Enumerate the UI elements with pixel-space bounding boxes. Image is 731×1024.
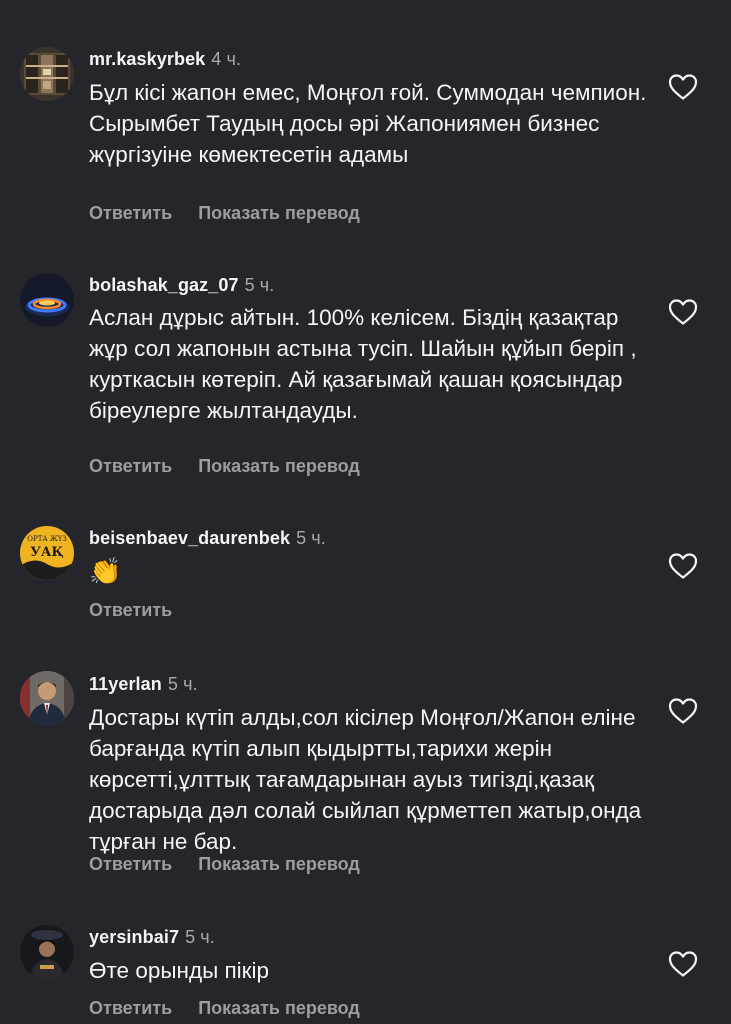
avatar[interactable]: [20, 925, 74, 979]
show-translation-button[interactable]: Показать перевод: [198, 854, 360, 874]
reply-button[interactable]: Ответить: [89, 998, 172, 1018]
comment-text: Өте орынды пікір: [89, 958, 270, 983]
reply-button[interactable]: Ответить: [89, 854, 172, 874]
timestamp: 4 ч.: [211, 49, 242, 69]
gas-flame-photo-icon: [20, 273, 74, 327]
timestamp: 5 ч.: [185, 927, 215, 947]
man-in-suit-photo-icon: [20, 671, 74, 725]
username-row: bolashak_gaz_07 5 ч.: [89, 275, 274, 296]
avatar[interactable]: [20, 47, 74, 101]
logo-badge-icon: ОРТА ЖҮЗ УАҚ: [20, 526, 74, 580]
reply-button[interactable]: Ответить: [89, 203, 172, 223]
username[interactable]: 11yerlan: [89, 674, 162, 694]
svg-text:УАҚ: УАҚ: [30, 545, 63, 560]
username-row: yersinbai7 5 ч.: [89, 927, 215, 948]
avatar[interactable]: [20, 671, 74, 725]
reply-button[interactable]: Ответить: [89, 600, 172, 620]
heart-icon[interactable]: [668, 950, 698, 978]
comment-actions: Ответить: [89, 600, 172, 621]
comment-actions: Ответить Показать перевод: [89, 998, 360, 1019]
heart-icon[interactable]: [668, 697, 698, 725]
username[interactable]: bolashak_gaz_07: [89, 275, 239, 295]
comment-actions: Ответить Показать перевод: [89, 456, 360, 477]
comment-actions: Ответить Показать перевод: [89, 203, 360, 224]
comment-text: Аслан дұрыс айтын. 100% келісем. Біздің …: [89, 305, 637, 423]
bookshelf-photo-icon: [20, 47, 74, 101]
svg-text:ОРТА ЖҮЗ: ОРТА ЖҮЗ: [27, 535, 67, 543]
username-row: 11yerlan 5 ч.: [89, 674, 198, 695]
username[interactable]: yersinbai7: [89, 927, 179, 947]
show-translation-button[interactable]: Показать перевод: [198, 456, 360, 476]
reply-button[interactable]: Ответить: [89, 456, 172, 476]
comment-text: Бұл кісі жапон емес, Моңғол ғой. Суммода…: [89, 80, 647, 167]
heart-icon[interactable]: [668, 298, 698, 326]
username[interactable]: beisenbaev_daurenbek: [89, 528, 290, 548]
username-row: mr.kaskyrbek 4 ч.: [89, 49, 241, 70]
avatar[interactable]: ОРТА ЖҮЗ УАҚ: [20, 526, 74, 580]
comment-text: 👏: [89, 556, 122, 586]
username[interactable]: mr.kaskyrbek: [89, 49, 205, 69]
person-dark-photo-icon: [20, 925, 74, 979]
timestamp: 5 ч.: [167, 674, 198, 694]
avatar[interactable]: [20, 273, 74, 327]
timestamp: 5 ч.: [296, 528, 326, 548]
show-translation-button[interactable]: Показать перевод: [198, 998, 360, 1018]
heart-icon[interactable]: [668, 552, 698, 580]
timestamp: 5 ч.: [244, 275, 275, 295]
comment-actions: Ответить Показать перевод: [89, 854, 360, 875]
username-row: beisenbaev_daurenbek 5 ч.: [89, 528, 326, 549]
comment-text: Достары күтіп алды,сол кісілер Моңғол/Жа…: [89, 705, 642, 854]
heart-icon[interactable]: [668, 73, 698, 101]
show-translation-button[interactable]: Показать перевод: [198, 203, 360, 223]
